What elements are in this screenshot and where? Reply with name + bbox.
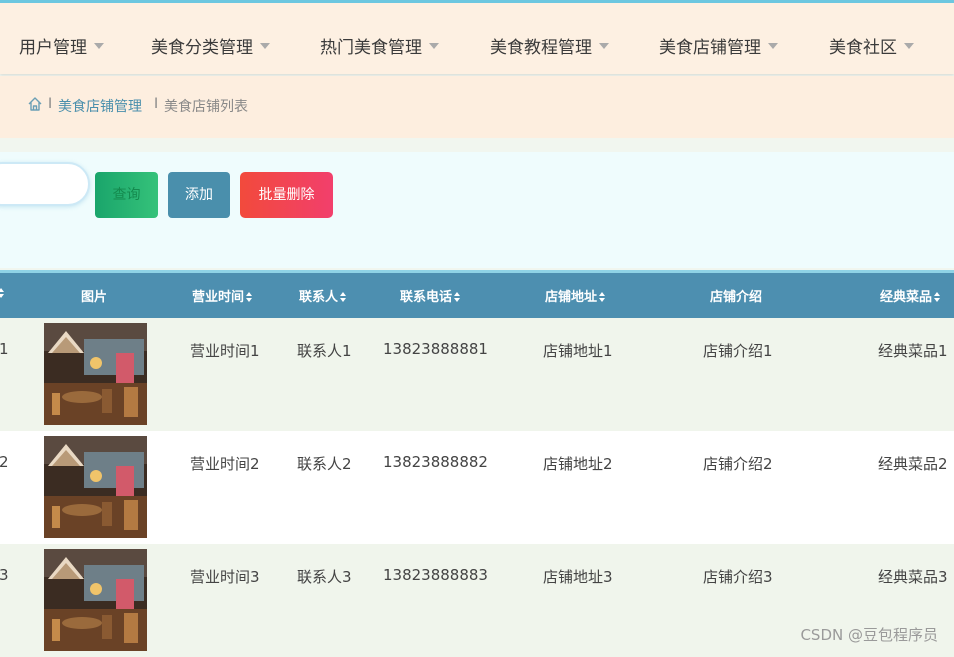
caret-down-icon xyxy=(429,43,439,49)
sort-icon xyxy=(934,291,941,302)
cell-contact: 联系人1 xyxy=(297,342,352,360)
cell-index: 2 xyxy=(0,453,9,471)
query-button[interactable]: 查询 xyxy=(95,172,158,218)
nav-item-tutorials[interactable]: 美食教程管理 xyxy=(490,33,609,58)
column-header-label: 联系电话 xyxy=(400,290,453,305)
search-panel: 查询 添加 批量删除 xyxy=(0,152,954,268)
column-header-image: 图片 xyxy=(81,290,108,305)
nav-item-hot-food[interactable]: 热门美食管理 xyxy=(320,33,439,58)
shop-image[interactable] xyxy=(44,323,147,425)
cell-contact: 联系人3 xyxy=(297,568,352,586)
breadcrumb-link-shops[interactable]: 美食店铺管理 xyxy=(58,96,142,116)
caret-down-icon xyxy=(768,43,778,49)
nav-item-users[interactable]: 用户管理 xyxy=(19,33,104,58)
cell-intro: 店铺介绍2 xyxy=(703,455,773,473)
cell-phone: 13823888881 xyxy=(383,340,488,358)
sort-icon xyxy=(340,291,347,302)
caret-down-icon xyxy=(599,43,609,49)
sort-icon xyxy=(599,291,606,302)
caret-down-icon xyxy=(94,43,104,49)
cell-dish: 经典菜品1 xyxy=(878,342,948,360)
nav-item-label: 美食教程管理 xyxy=(490,38,592,58)
cell-phone: 13823888882 xyxy=(383,453,488,471)
nav-item-label: 美食店铺管理 xyxy=(659,38,761,58)
nav-item-label: 用户管理 xyxy=(19,38,87,58)
table-row: 2 营业时间2 联系人2 13823888882 店铺地址2 店铺介绍2 经典菜… xyxy=(0,431,954,544)
column-header-label: 营业时间 xyxy=(192,290,245,305)
restaurant-photo xyxy=(44,323,147,425)
sort-index-column[interactable] xyxy=(0,286,5,301)
cell-address: 店铺地址2 xyxy=(543,455,613,473)
table-header: 图片 营业时间 联系人 联系电话 店铺地址 店铺介绍 经典菜品 xyxy=(0,270,954,318)
sort-icon xyxy=(0,287,5,298)
cell-hours: 营业时间1 xyxy=(190,342,260,360)
add-button[interactable]: 添加 xyxy=(168,172,230,218)
nav-item-food-category[interactable]: 美食分类管理 xyxy=(151,33,270,58)
cell-hours: 营业时间3 xyxy=(190,568,260,586)
table-row: 1 营业时间1 联系人1 13823888881 店铺地址1 店铺介绍1 经典菜… xyxy=(0,318,954,431)
nav-item-community[interactable]: 美食社区 xyxy=(829,33,914,58)
batch-delete-button[interactable]: 批量删除 xyxy=(240,172,333,218)
column-header-address[interactable]: 店铺地址 xyxy=(545,286,606,305)
cell-address: 店铺地址3 xyxy=(543,568,613,586)
column-header-hours[interactable]: 营业时间 xyxy=(192,286,253,305)
search-input[interactable] xyxy=(0,162,90,206)
nav-item-shops[interactable]: 美食店铺管理 xyxy=(659,33,778,58)
column-header-label: 经典菜品 xyxy=(880,290,933,305)
breadcrumb-separator: I xyxy=(48,96,53,112)
caret-down-icon xyxy=(260,43,270,49)
top-nav: 用户管理 美食分类管理 热门美食管理 美食教程管理 美食店铺管理 美食社区 xyxy=(0,0,954,74)
cell-phone: 13823888883 xyxy=(383,566,488,584)
shop-image[interactable] xyxy=(44,549,147,651)
restaurant-photo xyxy=(44,436,147,538)
column-header-contact[interactable]: 联系人 xyxy=(299,286,347,305)
cell-index: 1 xyxy=(0,340,9,358)
cell-dish: 经典菜品3 xyxy=(878,568,948,586)
nav-item-label: 美食分类管理 xyxy=(151,38,253,58)
watermark: CSDN @豆包程序员 xyxy=(800,626,938,644)
column-header-intro: 店铺介绍 xyxy=(710,290,763,305)
restaurant-photo xyxy=(44,549,147,651)
shop-image[interactable] xyxy=(44,436,147,538)
sort-icon xyxy=(454,291,461,302)
column-header-dish[interactable]: 经典菜品 xyxy=(880,286,941,305)
column-header-phone[interactable]: 联系电话 xyxy=(400,286,461,305)
breadcrumb xyxy=(0,76,954,138)
cell-index: 3 xyxy=(0,566,9,584)
column-header-label: 店铺地址 xyxy=(545,290,598,305)
nav-item-label: 热门美食管理 xyxy=(320,38,422,58)
cell-intro: 店铺介绍3 xyxy=(703,568,773,586)
caret-down-icon xyxy=(904,43,914,49)
cell-address: 店铺地址1 xyxy=(543,342,613,360)
cell-hours: 营业时间2 xyxy=(190,455,260,473)
home-icon[interactable] xyxy=(27,96,43,112)
cell-intro: 店铺介绍1 xyxy=(703,342,773,360)
cell-dish: 经典菜品2 xyxy=(878,455,948,473)
cell-contact: 联系人2 xyxy=(297,455,352,473)
nav-item-label: 美食社区 xyxy=(829,38,897,58)
breadcrumb-separator: I xyxy=(154,96,159,112)
breadcrumb-current: 美食店铺列表 xyxy=(164,99,248,115)
sort-icon xyxy=(246,291,253,302)
column-header-label: 联系人 xyxy=(299,290,339,305)
